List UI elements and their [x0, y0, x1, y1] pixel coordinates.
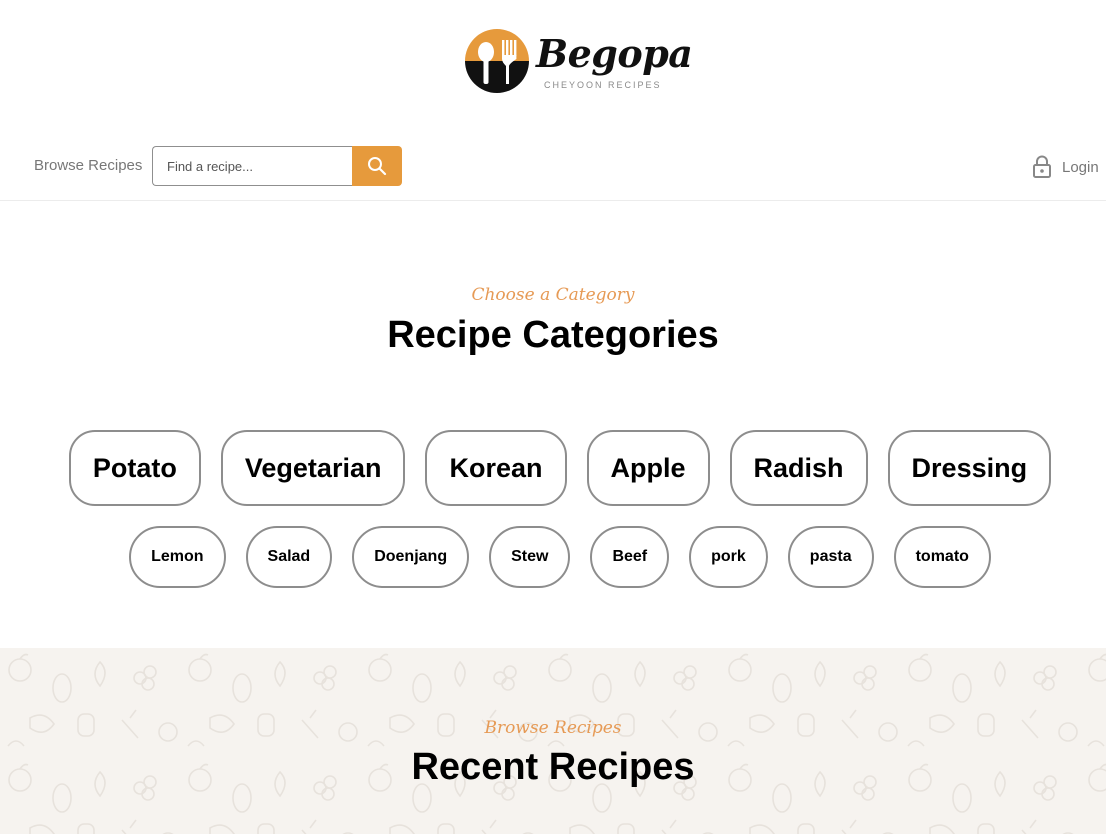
category-pill-pasta[interactable]: pasta	[787, 526, 874, 588]
brand-tagline: CHEYOON RECIPES	[544, 80, 662, 90]
category-pill-vegetarian[interactable]: Vegetarian	[220, 430, 406, 506]
category-pill-stew[interactable]: Stew	[489, 526, 571, 588]
browse-recipes-link[interactable]: Browse Recipes	[34, 157, 142, 174]
category-pill-pork[interactable]: pork	[689, 526, 768, 588]
primary-category-list: Potato Vegetarian Korean Apple Radish Dr…	[0, 430, 1106, 506]
category-pill-korean[interactable]: Korean	[425, 430, 567, 506]
site-logo[interactable]: Begopa CHEYOON RECIPES	[464, 28, 693, 96]
categories-eyebrow: Choose a Category	[471, 285, 635, 305]
category-pill-salad[interactable]: Salad	[245, 526, 333, 588]
food-pattern-background	[0, 648, 1106, 834]
category-pill-potato[interactable]: Potato	[68, 430, 201, 506]
search-icon	[368, 157, 387, 176]
login-button[interactable]: Login	[1032, 154, 1099, 180]
category-pill-doenjang[interactable]: Doenjang	[352, 526, 470, 588]
category-pill-dressing[interactable]: Dressing	[887, 430, 1052, 506]
nav-bar: Browse Recipes Login	[0, 140, 1106, 201]
search-input[interactable]	[152, 146, 352, 186]
category-pill-beef[interactable]: Beef	[590, 526, 670, 588]
secondary-category-list: Lemon Salad Doenjang Stew Beef pork past…	[0, 526, 1106, 588]
login-label: Login	[1062, 158, 1099, 176]
recent-title: Recent Recipes	[411, 746, 695, 788]
lock-icon	[1033, 155, 1051, 178]
category-pill-lemon[interactable]: Lemon	[129, 526, 226, 588]
logo-utensils-icon	[465, 29, 529, 93]
recent-eyebrow: Browse Recipes	[484, 718, 622, 738]
category-pill-apple[interactable]: Apple	[586, 430, 710, 506]
recent-recipes-section: Browse Recipes Recent Recipes	[0, 648, 1106, 834]
categories-title: Recipe Categories	[387, 314, 719, 356]
search-button[interactable]	[352, 146, 402, 186]
category-pill-tomato[interactable]: tomato	[893, 526, 991, 588]
category-pill-radish[interactable]: Radish	[729, 430, 868, 506]
brand-name: Begopa	[536, 31, 693, 76]
